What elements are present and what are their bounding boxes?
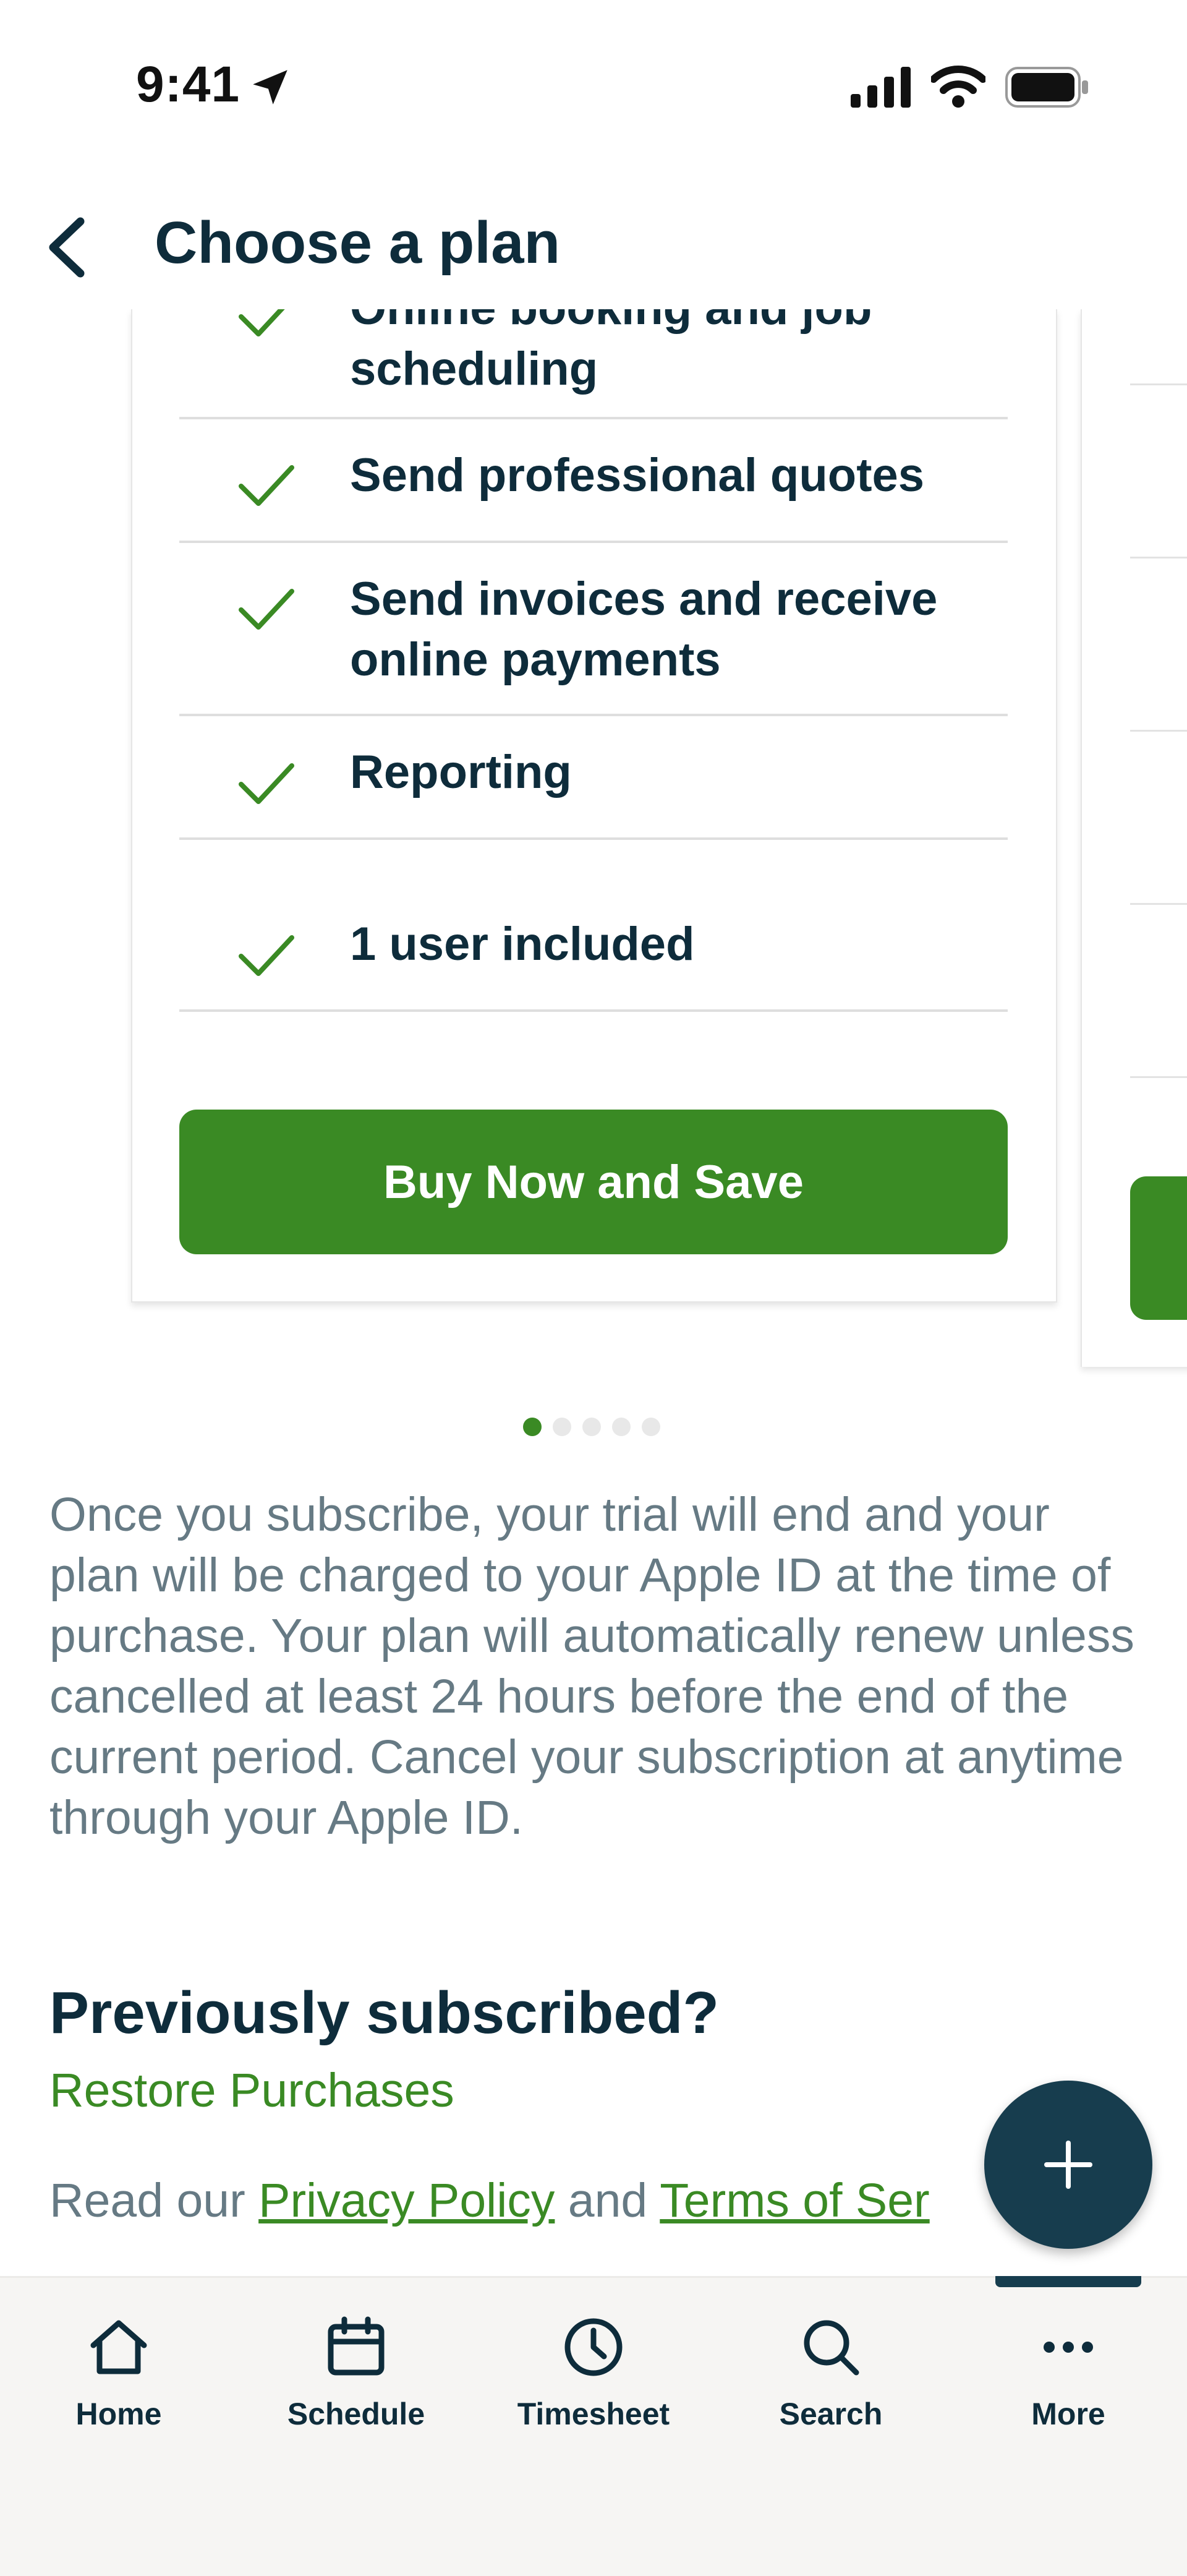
cellular-signal-icon [851,67,911,108]
tab-label: Search [779,2397,883,2431]
feature-text: Send invoices and receive online payment… [350,573,938,686]
buy-now-button[interactable]: Buy Now and Save [179,1110,1008,1254]
divider [179,541,1008,543]
feature-text: 1 user included [350,918,695,970]
home-icon [90,2320,147,2374]
page-dot[interactable] [642,1418,660,1436]
page-dot-active[interactable] [523,1418,542,1436]
carousel-pagination [523,1418,660,1436]
more-icon [1044,2342,1093,2353]
tab-schedule[interactable]: Schedule [270,2313,443,2437]
divider [179,1009,1008,1012]
legal-prefix: Read our [49,2174,259,2227]
feature-text: Send professional quotes [350,449,925,502]
check-icon [239,935,294,976]
terms-of-service-link[interactable]: Terms of Ser [660,2174,929,2227]
page-dot[interactable] [612,1418,631,1436]
active-tab-indicator [995,2276,1141,2287]
next-plan-card[interactable] [1081,309,1187,1367]
calendar-icon [328,2316,385,2376]
tab-more[interactable]: More [982,2313,1155,2437]
add-button[interactable] [984,2081,1152,2249]
location-arrow-icon [253,70,287,105]
tab-label: Schedule [287,2397,425,2431]
check-icon [239,465,294,506]
back-chevron-icon[interactable] [37,210,99,285]
privacy-policy-link[interactable]: Privacy Policy [258,2174,555,2227]
legal-links: Read our Privacy Policy and Terms of Ser [49,2173,930,2228]
check-icon [239,589,294,630]
page-title: Choose a plan [155,210,561,276]
tab-home[interactable]: Home [32,2313,205,2437]
divider [179,837,1008,840]
legal-and: and [555,2174,660,2227]
clock-icon [564,2318,623,2376]
status-time: 9:41 [136,56,240,113]
tab-label: Timesheet [517,2397,670,2431]
search-icon [804,2320,859,2376]
battery-icon [1005,67,1088,108]
next-plan-buy-button[interactable] [1130,1176,1187,1320]
tab-search[interactable]: Search [744,2313,917,2437]
plus-icon [1044,2141,1092,2189]
page-dot[interactable] [553,1418,571,1436]
feature-text: Reporting [350,746,572,798]
page-dot[interactable] [582,1418,601,1436]
restore-purchases-link[interactable]: Restore Purchases [49,2063,454,2118]
wifi-icon [931,66,985,108]
tab-label: More [1031,2397,1105,2431]
subscription-disclaimer: Once you subscribe, your trial will end … [49,1488,1134,1844]
tab-label: Home [75,2397,162,2431]
check-icon [239,763,294,804]
tab-timesheet[interactable]: Timesheet [507,2313,680,2437]
divider [179,417,1008,419]
previously-subscribed-heading: Previously subscribed? [49,1980,720,2046]
divider [179,714,1008,716]
